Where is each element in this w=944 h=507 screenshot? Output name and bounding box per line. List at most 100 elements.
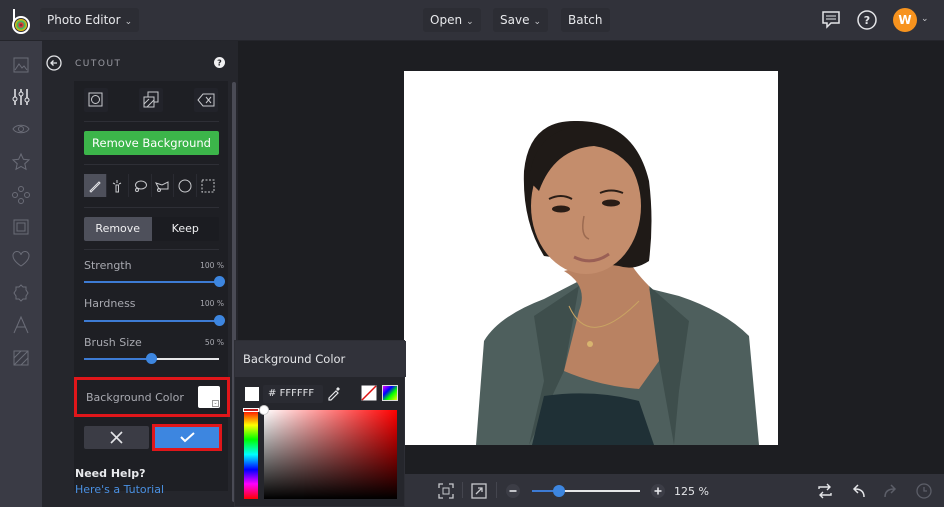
polygon-lasso-tool[interactable] (152, 174, 174, 197)
feedback-icon[interactable] (820, 9, 842, 31)
eye-icon[interactable] (11, 119, 31, 139)
layer-copy-button[interactable] (139, 88, 163, 112)
clear-eraser-icon (197, 93, 215, 107)
text-icon[interactable] (11, 315, 31, 335)
panel-header: CUTOUT ? (42, 41, 238, 81)
svg-text:?: ? (217, 59, 222, 68)
texture-icon[interactable] (11, 348, 31, 368)
top-bar: Photo Editor ⌄ Open ⌄ Save ⌄ Batch ? W ⌄ (0, 0, 944, 41)
zoom-in-icon[interactable] (650, 483, 666, 499)
cancel-button[interactable] (84, 426, 149, 449)
frames-icon[interactable] (11, 217, 31, 237)
image-manager-icon[interactable] (11, 55, 31, 75)
open-menu[interactable]: Open ⌄ (423, 8, 481, 32)
brush-tool-row (84, 174, 219, 197)
magic-wand-tool[interactable] (107, 174, 129, 197)
picker-title: Background Color (243, 352, 346, 366)
strength-slider[interactable] (84, 276, 225, 287)
adjustments-icon[interactable] (11, 87, 31, 107)
apply-button[interactable] (155, 427, 219, 448)
user-avatar[interactable]: W (893, 8, 917, 32)
divider (496, 482, 497, 498)
help-icon[interactable]: ? (856, 9, 878, 31)
ellipse-tool[interactable] (174, 174, 197, 197)
apply-button-highlight (152, 424, 222, 451)
color-selector-handle[interactable] (259, 405, 269, 415)
tutorial-link[interactable]: Here's a Tutorial (75, 483, 164, 496)
save-label: Save (500, 13, 530, 27)
open-label: Open (430, 13, 463, 27)
photo-editor-menu[interactable]: Photo Editor ⌄ (40, 8, 140, 32)
hue-slider[interactable] (244, 410, 258, 499)
redo-icon[interactable] (883, 483, 899, 499)
layer-copy-icon (143, 91, 159, 108)
chevron-down-icon: ⌄ (124, 17, 133, 27)
hex-value: FFFFFF (279, 388, 315, 399)
zoom-slider-handle[interactable] (553, 485, 565, 497)
cutout-shape-button[interactable] (84, 88, 108, 112)
background-color-label: Background Color (86, 391, 184, 404)
divider (84, 249, 219, 250)
zoom-out-icon[interactable] (505, 483, 521, 499)
slider-handle[interactable] (146, 353, 157, 364)
brush-size-slider[interactable] (84, 353, 219, 364)
picker-header: Background Color (235, 341, 406, 377)
hex-input[interactable]: # FFFFFF (263, 385, 323, 403)
batch-button[interactable]: Batch (561, 8, 610, 32)
transparent-color-icon[interactable] (361, 385, 377, 401)
clear-eraser-button[interactable] (194, 88, 218, 112)
background-color-picker: Background Color # FFFFFF (234, 340, 406, 507)
zoom-slider[interactable] (532, 485, 640, 497)
polygon-lasso-icon (155, 180, 169, 192)
photo-canvas[interactable] (404, 71, 778, 445)
color-spectrum-icon[interactable] (382, 385, 398, 401)
history-icon[interactable] (916, 483, 932, 499)
slider-handle[interactable] (213, 276, 225, 287)
divider (84, 164, 219, 165)
befunky-logo[interactable] (10, 8, 32, 34)
svg-text:?: ? (864, 14, 870, 27)
heart-icon[interactable] (11, 249, 31, 269)
hardness-value: 100 % (200, 299, 224, 308)
divider (84, 207, 219, 208)
background-color-swatch[interactable]: ⌄ (198, 386, 220, 408)
checkmark-icon (180, 432, 195, 443)
graphics-icon[interactable] (11, 185, 31, 205)
background-color-row: Background Color ⌄ (74, 377, 230, 417)
lasso-tool[interactable] (129, 174, 152, 197)
badge-icon[interactable] (11, 283, 31, 303)
cutout-shape-icon (88, 92, 103, 107)
tool-rail (0, 41, 42, 507)
chevron-down-icon: ⌄ (533, 17, 542, 27)
rectangle-select-icon (201, 179, 215, 192)
brush-size-label: Brush Size (84, 336, 142, 349)
actual-size-icon[interactable] (471, 483, 487, 499)
hue-slider-handle[interactable] (243, 408, 259, 412)
hardness-slider[interactable] (84, 315, 225, 326)
brush-tool[interactable] (84, 174, 107, 197)
save-menu[interactable]: Save ⌄ (493, 8, 549, 32)
chevron-down-icon: ⌄ (466, 17, 474, 27)
remove-background-button[interactable]: Remove Background (84, 131, 219, 155)
slider-handle[interactable] (213, 315, 225, 326)
zoom-percentage: 125 % (674, 485, 709, 498)
rectangle-tool[interactable] (197, 174, 220, 197)
compare-icon[interactable] (817, 483, 833, 499)
remove-mode-button[interactable]: Remove (84, 217, 152, 241)
ellipse-icon (178, 179, 192, 192)
strength-label: Strength (84, 259, 132, 272)
divider (84, 121, 219, 122)
fit-to-screen-icon[interactable] (438, 483, 454, 499)
star-icon[interactable] (11, 152, 31, 172)
batch-label: Batch (568, 13, 603, 27)
hardness-label: Hardness (84, 297, 136, 310)
back-arrow-icon[interactable] (46, 55, 62, 71)
keep-mode-button[interactable]: Keep (151, 217, 219, 241)
help-icon[interactable]: ? (214, 57, 225, 68)
chevron-down-icon[interactable]: ⌄ (921, 14, 929, 24)
close-icon (110, 431, 123, 444)
undo-icon[interactable] (850, 483, 866, 499)
eyedropper-icon[interactable] (326, 385, 342, 401)
strength-value: 100 % (200, 261, 224, 270)
saturation-value-area[interactable] (264, 410, 397, 499)
